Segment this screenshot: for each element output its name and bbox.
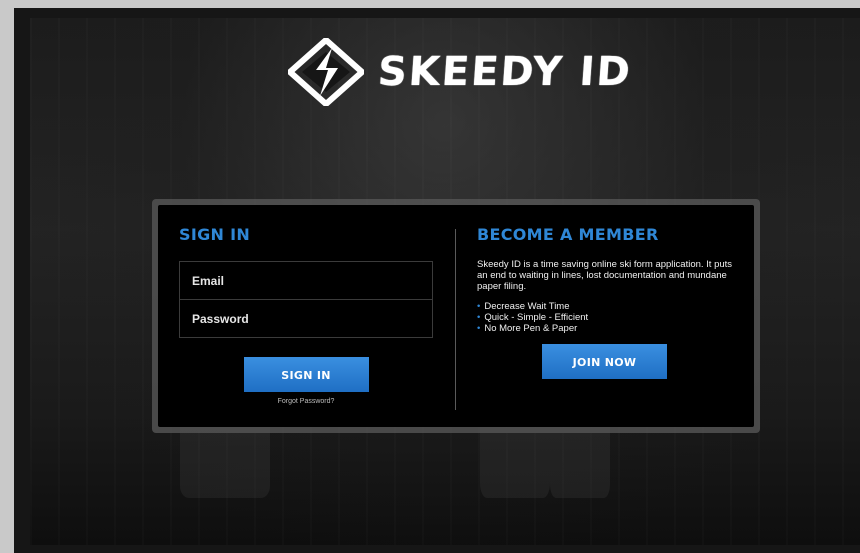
signin-heading: SIGN IN bbox=[179, 225, 251, 244]
forgot-password-link[interactable]: Forgot Password? bbox=[179, 398, 433, 405]
member-description: Skeedy ID is a time saving online ski fo… bbox=[477, 259, 733, 292]
bullet-icon: • bbox=[477, 312, 481, 323]
benefit-text: Quick - Simple - Efficient bbox=[484, 312, 589, 323]
login-panel: SIGN IN SIGN IN Forgot Password? BECOME … bbox=[158, 205, 754, 427]
email-field[interactable] bbox=[180, 262, 432, 299]
signin-fields bbox=[179, 261, 433, 338]
logo: SKEEDY ID bbox=[288, 38, 634, 106]
member-section: BECOME A MEMBER Skeedy ID is a time savi… bbox=[477, 225, 739, 379]
list-item: • Quick - Simple - Efficient bbox=[477, 312, 739, 323]
benefit-text: Decrease Wait Time bbox=[484, 301, 570, 312]
login-panel-border: SIGN IN SIGN IN Forgot Password? BECOME … bbox=[152, 199, 760, 433]
password-field[interactable] bbox=[180, 300, 432, 337]
skeedy-logo-icon bbox=[288, 38, 364, 106]
member-heading: BECOME A MEMBER bbox=[477, 225, 659, 244]
benefit-list: • Decrease Wait Time • Quick - Simple - Ef… bbox=[477, 301, 739, 334]
brand-name: SKEEDY ID bbox=[376, 49, 634, 95]
signin-button[interactable]: SIGN IN bbox=[243, 357, 369, 392]
bullet-icon: • bbox=[477, 301, 481, 312]
list-item: • No More Pen & Paper bbox=[477, 323, 739, 334]
background-scene: SKEEDY ID SIGN IN SIGN IN Forgot Passwor… bbox=[30, 18, 860, 545]
signin-section: SIGN IN SIGN IN Forgot Password? bbox=[179, 225, 433, 405]
bullet-icon: • bbox=[477, 323, 481, 334]
section-divider bbox=[455, 229, 456, 410]
benefit-text: No More Pen & Paper bbox=[484, 323, 578, 334]
page-frame: SKEEDY ID SIGN IN SIGN IN Forgot Passwor… bbox=[14, 8, 860, 553]
join-now-button[interactable]: JOIN NOW bbox=[542, 344, 667, 379]
list-item: • Decrease Wait Time bbox=[477, 301, 739, 312]
